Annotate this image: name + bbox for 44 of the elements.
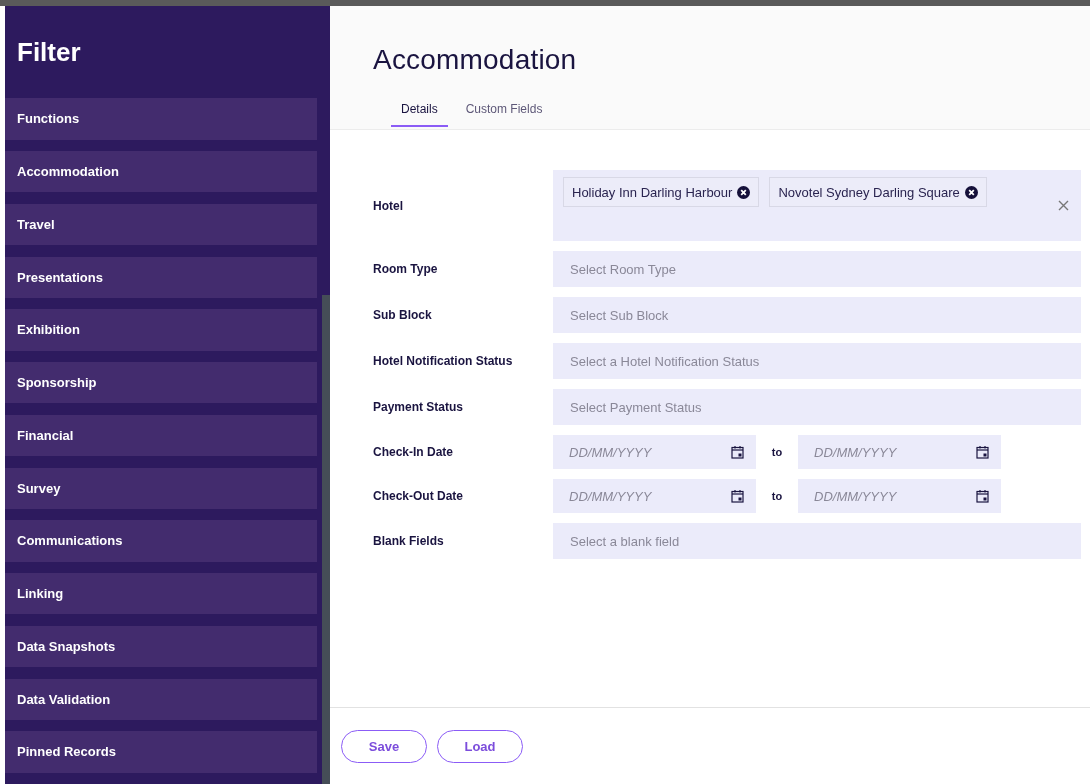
range-separator: to xyxy=(770,446,784,458)
calendar-icon[interactable] xyxy=(731,445,744,459)
field-label: Hotel xyxy=(373,198,404,213)
sidebar-title: Filter xyxy=(16,35,82,69)
remove-icon[interactable] xyxy=(737,185,751,199)
calendar-icon[interactable] xyxy=(976,445,989,459)
sidebar-item[interactable]: Functions xyxy=(5,98,317,140)
field-label: Hotel Notification Status xyxy=(373,354,514,368)
calendar-icon[interactable] xyxy=(731,489,744,503)
remove-icon[interactable] xyxy=(964,185,978,199)
field-label: Check-In Date xyxy=(373,445,455,459)
date-placeholder: DD/MM/YYYY xyxy=(569,444,652,460)
field-label: Room Type xyxy=(373,262,439,276)
clear-icon[interactable] xyxy=(1058,200,1069,211)
load-button[interactable]: Load xyxy=(437,729,523,763)
sidebar-item[interactable]: Survey xyxy=(5,467,317,509)
tag-text: Holiday Inn Darling Harbour xyxy=(572,184,733,200)
field-label: Sub Block xyxy=(373,308,433,322)
sidebar-item[interactable]: Financial xyxy=(5,414,317,457)
sidebar-item[interactable]: Travel xyxy=(5,203,317,246)
save-button[interactable]: Save xyxy=(341,729,427,763)
page-title: Accommodation xyxy=(373,44,578,76)
field-label: Check-Out Date xyxy=(373,489,465,503)
sidebar-item[interactable]: Pinned Records xyxy=(5,731,317,773)
sidebar-item[interactable]: Communications xyxy=(5,520,317,562)
scrollbar[interactable] xyxy=(322,295,330,784)
date-placeholder: DD/MM/YYYY xyxy=(814,444,897,460)
range-separator: to xyxy=(770,490,784,502)
tab[interactable]: Custom Fields xyxy=(455,96,553,127)
tag-text: Novotel Sydney Darling Square xyxy=(778,184,960,200)
sidebar-item[interactable]: Linking xyxy=(5,573,317,615)
date-placeholder: DD/MM/YYYY xyxy=(814,488,897,504)
sidebar-item[interactable]: Exhibition xyxy=(5,309,317,351)
sidebar-item[interactable]: Data Validation xyxy=(5,678,317,720)
sidebar-item[interactable]: Data Snapshots xyxy=(5,625,317,668)
date-placeholder: DD/MM/YYYY xyxy=(569,488,652,504)
field-label: Payment Status xyxy=(373,400,465,414)
tab[interactable]: Details xyxy=(391,96,448,127)
calendar-icon[interactable] xyxy=(976,489,989,503)
sidebar-item[interactable]: Presentations xyxy=(5,256,317,298)
sidebar-item[interactable]: Accommodation xyxy=(5,151,317,193)
sidebar-item[interactable]: Sponsorship xyxy=(5,362,317,404)
field-label: Blank Fields xyxy=(373,534,445,548)
hotel-select[interactable]: Holiday Inn Darling Harbour Novotel Sydney Darling Square xyxy=(553,170,1081,241)
